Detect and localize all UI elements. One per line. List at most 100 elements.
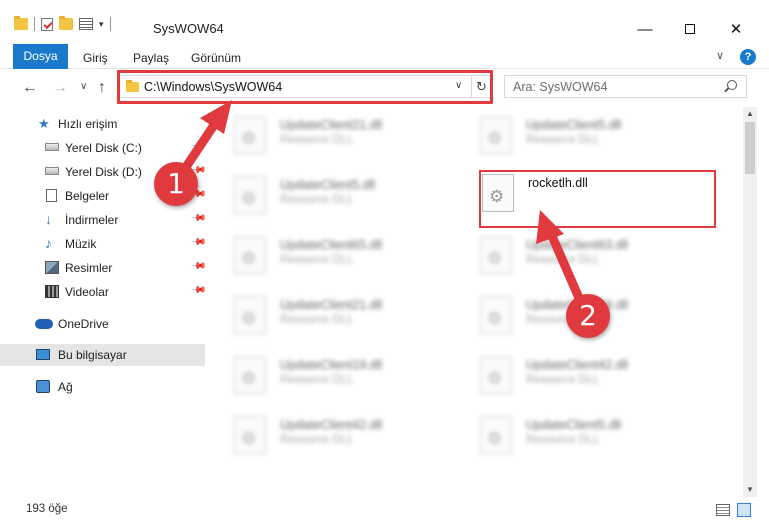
sidebar-item-onedrive[interactable]: OneDrive: [0, 313, 205, 335]
drive-icon: [45, 143, 59, 151]
download-icon: ↓: [45, 211, 52, 227]
large-icons-view-icon[interactable]: [737, 503, 751, 517]
sidebar-item-this-pc[interactable]: Bu bilgisayar: [0, 344, 205, 366]
tab-view[interactable]: Görünüm: [191, 47, 241, 69]
maximize-button[interactable]: [667, 14, 713, 44]
ribbon: Dosya Giriş Paylaş Görünüm ∨ ?: [0, 44, 769, 69]
window-title: SysWOW64: [153, 21, 224, 36]
sidebar-item-label: Yerel Disk (D:): [65, 165, 142, 179]
file-tile[interactable]: UpdateClient5.dll Resource DLL: [480, 410, 710, 462]
up-arrow-icon[interactable]: ↑: [98, 79, 106, 97]
scroll-thumb[interactable]: [745, 122, 755, 174]
sidebar-item-quick-access[interactable]: ★ Hızlı erişim: [0, 113, 205, 135]
scroll-down-icon[interactable]: ▼: [743, 485, 757, 494]
step-1-badge: 1: [154, 162, 198, 206]
onedrive-icon: [35, 319, 53, 329]
videos-icon: [45, 285, 59, 298]
tab-file[interactable]: Dosya: [13, 44, 68, 69]
sidebar-item-pictures[interactable]: Resimler 📌: [0, 257, 207, 279]
sidebar-item-label: Hızlı erişim: [58, 117, 118, 131]
search-icon[interactable]: [727, 80, 737, 90]
properties-icon[interactable]: [79, 18, 93, 30]
star-icon: ★: [38, 116, 50, 131]
status-bar: 193 öğe: [0, 497, 769, 528]
expand-ribbon-icon[interactable]: ∨: [716, 49, 724, 62]
minimize-icon: —: [637, 20, 653, 38]
close-button[interactable]: ✕: [713, 14, 759, 44]
pin-icon: 📌: [189, 282, 207, 299]
file-name: UpdateClient19.dll: [280, 358, 383, 372]
file-name: UpdateClient63.dll: [526, 238, 629, 252]
file-type: Resource DLL: [280, 134, 354, 146]
file-type: Resource DLL: [280, 194, 354, 206]
dll-file-icon: [234, 176, 266, 214]
address-highlight-box: [117, 70, 493, 104]
file-tile[interactable]: UpdateClient21.dll Resource DLL: [234, 290, 464, 342]
title-bar: ▾ SysWOW64 — ✕: [0, 0, 769, 44]
file-type: Resource DLL: [526, 134, 600, 146]
file-type: Resource DLL: [526, 434, 600, 446]
details-view-icon[interactable]: [716, 504, 730, 516]
tab-home[interactable]: Giriş: [83, 47, 108, 69]
file-name: UpdateClient5.dll: [526, 118, 622, 132]
file-type: Resource DLL: [526, 254, 600, 266]
properties-check-icon[interactable]: [41, 17, 53, 31]
dll-file-icon: [234, 116, 266, 154]
tab-share[interactable]: Paylaş: [133, 47, 169, 69]
sidebar-item-label: Müzik: [65, 237, 97, 251]
sidebar-item-downloads[interactable]: ↓ İndirmeler 📌: [0, 209, 207, 231]
sidebar-item-music[interactable]: ♪ Müzik 📌: [0, 233, 207, 255]
forward-arrow-icon[interactable]: →: [52, 79, 68, 97]
search-input[interactable]: Ara: SysWOW64: [504, 75, 747, 98]
file-tile[interactable]: UpdateClient63.dll Resource DLL: [480, 230, 710, 282]
file-tile[interactable]: UpdateClient21.dll Resource DLL: [234, 110, 464, 162]
sidebar-item-local-disk-c[interactable]: Yerel Disk (C:) 📌: [0, 137, 207, 159]
dll-file-icon: [480, 296, 512, 334]
pictures-icon: [45, 261, 59, 274]
step-2-badge: 2: [566, 294, 610, 338]
dll-file-icon: [234, 236, 266, 274]
minimize-button[interactable]: —: [622, 14, 668, 44]
sidebar-item-label: Bu bilgisayar: [58, 348, 127, 362]
sidebar-item-network[interactable]: Ağ: [0, 376, 205, 398]
folder-icon[interactable]: [14, 16, 28, 30]
chevron-down-icon[interactable]: ▾: [99, 19, 104, 30]
sidebar-item-videos[interactable]: Videolar 📌: [0, 281, 207, 303]
dll-file-icon: [480, 236, 512, 274]
item-count: 193 öğe: [26, 503, 68, 515]
quick-access-toolbar: ▾: [14, 16, 111, 31]
file-tile[interactable]: UpdateClient5.dll Resource DLL: [234, 170, 464, 222]
dll-file-icon: [234, 356, 266, 394]
recent-locations-icon[interactable]: ∨: [80, 81, 87, 92]
file-tile[interactable]: UpdateClient42.dll Resource DLL: [234, 410, 464, 462]
dll-file-icon: [234, 416, 266, 454]
back-arrow-icon[interactable]: ←: [22, 79, 38, 97]
file-highlight-box: [479, 170, 716, 228]
sidebar-item-label: OneDrive: [58, 317, 109, 331]
file-name: UpdateClient42.dll: [280, 418, 383, 432]
dll-file-icon: [234, 296, 266, 334]
new-folder-icon[interactable]: [59, 16, 73, 30]
pin-icon: 📌: [189, 258, 207, 275]
network-icon: [36, 380, 50, 393]
pin-icon: 📌: [189, 138, 207, 155]
file-name: UpdateClient42.dll: [526, 358, 629, 372]
file-tile[interactable]: UpdateClient5.dll Resource DLL: [480, 110, 710, 162]
file-tile[interactable]: UpdateClient65.dll Resource DLL: [234, 230, 464, 282]
pin-icon: 📌: [189, 210, 207, 227]
scroll-up-icon[interactable]: ▲: [743, 109, 757, 118]
vertical-scrollbar[interactable]: ▲ ▼: [743, 107, 757, 497]
file-tile[interactable]: UpdateClient19.dll Resource DLL: [234, 350, 464, 402]
dll-file-icon: [480, 116, 512, 154]
help-icon[interactable]: ?: [740, 49, 756, 65]
file-tile[interactable]: UpdateClient42.dll Resource DLL: [480, 350, 710, 402]
sidebar-item-label: Yerel Disk (C:): [65, 141, 142, 155]
file-type: Resource DLL: [526, 374, 600, 386]
file-type: Resource DLL: [280, 314, 354, 326]
file-type: Resource DLL: [280, 254, 354, 266]
maximize-icon: [685, 24, 695, 34]
dll-file-icon: [480, 416, 512, 454]
file-name: UpdateClient21.dll: [280, 118, 383, 132]
this-pc-icon: [36, 349, 50, 360]
file-name: UpdateClient5.dll: [280, 178, 376, 192]
